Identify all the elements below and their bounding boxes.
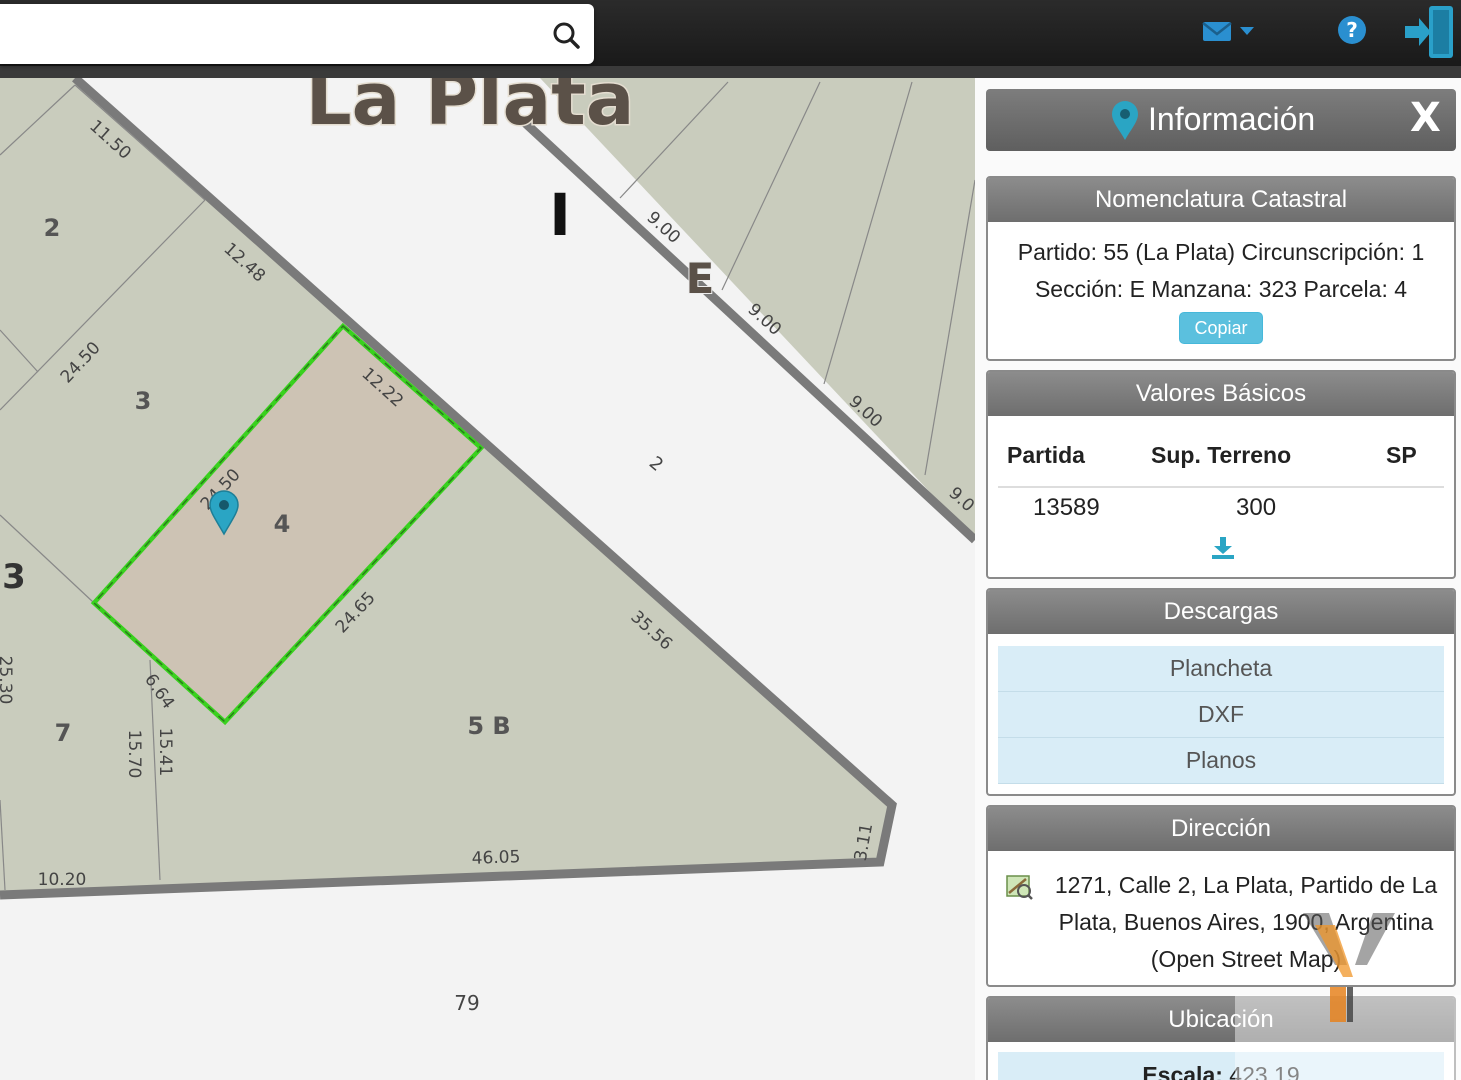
measure-label: 15.41 [155,728,175,777]
block-number-label: 79 [454,991,479,1015]
cell-partida: 13589 [1033,494,1100,521]
measure-label: 10.20 [38,870,87,890]
search-input[interactable] [10,12,534,58]
map-city-label: La Plata [306,78,635,141]
search-icon [553,22,580,49]
map-section-label: E [686,254,715,303]
caret-down-icon [1240,27,1254,35]
close-button[interactable]: X [1410,95,1441,141]
measure-label: 46.05 [471,847,520,869]
download-icon[interactable] [1210,535,1236,561]
parcel-label: 5 B [467,712,510,740]
watermark-logo [1235,905,1461,1080]
map-canvas: La Plata I E 2 79 2 3 4 3 7 5 B 11.50 12… [0,78,975,1015]
logout-icon [1405,6,1453,58]
parcel-label: 2 [44,214,61,242]
search-button[interactable] [546,16,586,54]
svg-text:?: ? [1346,18,1358,42]
copy-button[interactable]: Copiar [1179,312,1263,344]
column-header-superficie: Sup. Terreno [1151,442,1292,468]
nomenclatura-text: Partido: 55 (La Plata) Circunscripción: … [1017,239,1425,302]
direccion-header: Dirección [988,807,1454,851]
street-map-icon [1006,875,1033,900]
street-number-label: 2 [645,452,667,475]
download-planos-button[interactable]: Planos [998,738,1444,784]
logout-button[interactable] [1403,4,1459,60]
measure-label: 25.30 [0,656,15,705]
cadastral-map[interactable]: La Plata I E 2 79 2 3 4 3 7 5 B 11.50 12… [0,78,975,1080]
watermark-logo-icon [1303,913,1395,1022]
search-box [0,4,594,64]
info-panel-header: Información X [986,89,1456,151]
parcel-label: 3 [2,557,26,597]
download-dxf-button[interactable]: DXF [998,692,1444,738]
mail-menu-button[interactable] [1200,18,1260,44]
map-pin-icon [1112,101,1138,140]
column-header-partida: Partida [1007,442,1085,468]
nomenclatura-section: Nomenclatura Catastral Partido: 55 (La P… [986,176,1456,361]
map-circ-label: I [549,181,571,249]
descargas-header: Descargas [988,590,1454,634]
scale-label: Escala: [1142,1062,1223,1080]
column-header-sp: SP [1386,442,1417,468]
table-divider [998,486,1444,488]
help-icon: ? [1338,16,1366,44]
help-button[interactable]: ? [1336,14,1368,46]
toolbar-separator [0,66,1461,78]
valores-section: Valores Básicos Partida Sup. Terreno SP … [986,370,1456,579]
parcel-label: 3 [135,387,152,415]
info-panel-title: Información [1148,101,1316,137]
envelope-icon [1202,22,1254,41]
selected-parcel-label: 4 [274,510,291,538]
top-toolbar: ? [0,0,1461,78]
measure-label: 15.70 [124,730,144,779]
parcel-label: 7 [55,719,72,747]
nomenclatura-header: Nomenclatura Catastral [988,178,1454,222]
valores-header: Valores Básicos [988,372,1454,416]
download-plancheta-button[interactable]: Plancheta [998,646,1444,692]
descargas-section: Descargas Plancheta DXF Planos [986,588,1456,796]
cell-superficie: 300 [1236,494,1277,521]
